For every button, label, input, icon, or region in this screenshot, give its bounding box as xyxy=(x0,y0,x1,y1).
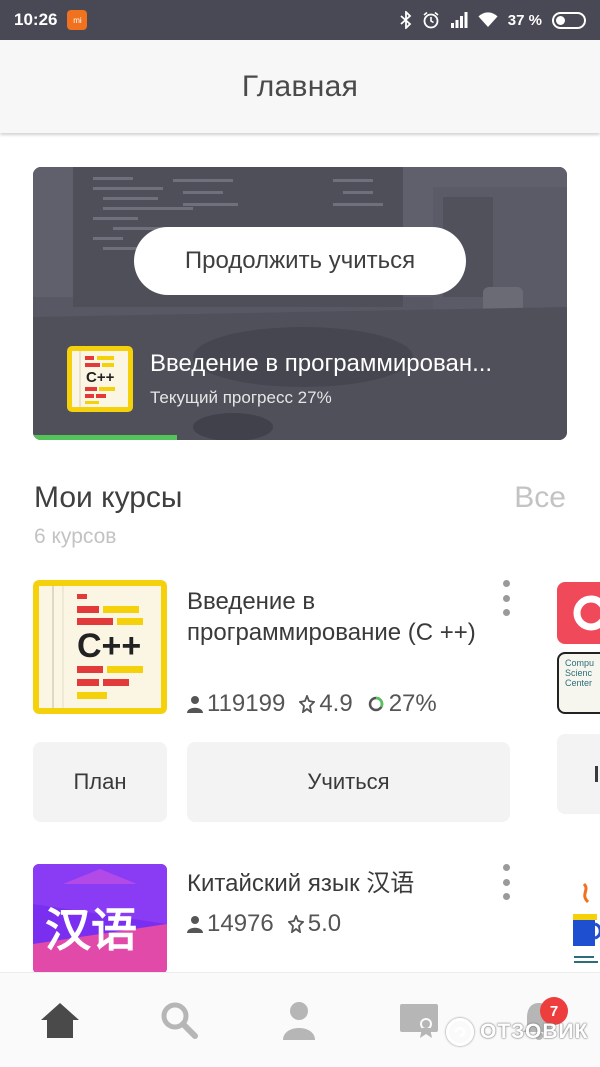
course-thumbnail-cpp[interactable]: C++ xyxy=(33,580,167,714)
battery-icon xyxy=(552,11,586,29)
course-title[interactable]: Китайский язык 汉语 xyxy=(187,868,487,899)
rating-value: 5.0 xyxy=(307,910,342,937)
app-notification-icon: mi xyxy=(67,10,88,30)
bluetooth-icon xyxy=(400,11,412,29)
next-course-button-text-fragment xyxy=(595,766,598,782)
status-time: 10:26 xyxy=(14,10,58,29)
course-thumbnail-chinese[interactable]: 汉语 xyxy=(33,864,167,974)
next-course-button[interactable] xyxy=(557,734,600,814)
continue-learning-button[interactable]: Продолжить учиться xyxy=(134,227,466,295)
course-more-menu[interactable] xyxy=(496,864,516,900)
home-icon xyxy=(41,1003,79,1038)
profile-icon xyxy=(283,1002,315,1040)
watermark-text: ОТЗОВИК xyxy=(480,1020,589,1043)
plan-button[interactable]: План xyxy=(33,742,167,822)
next-course-logo-icon xyxy=(573,595,600,631)
course-more-menu[interactable] xyxy=(496,580,516,616)
rating-icon xyxy=(299,695,316,713)
course-title[interactable]: Введение в программирование (C ++) xyxy=(187,586,477,648)
wifi-icon xyxy=(478,12,498,28)
watermark: ОТЗОВИК xyxy=(446,1018,588,1046)
cpp-course-thumbnail: C++ xyxy=(67,346,133,412)
next-course-thumbnail-red[interactable] xyxy=(557,582,600,644)
nav-search[interactable] xyxy=(156,997,202,1043)
page-title: Главная xyxy=(241,69,359,103)
hero-progress-bar xyxy=(33,435,178,440)
status-bar: 10:26 mi 37 % xyxy=(0,0,600,40)
more-dot xyxy=(502,594,510,602)
nav-profile[interactable] xyxy=(276,997,322,1043)
more-dot xyxy=(502,878,510,886)
next-course-thumbnail-2[interactable] xyxy=(570,880,600,972)
next-course-thumb-text: Compu Scienc Center xyxy=(565,658,595,688)
watermark-logo-icon xyxy=(446,1018,474,1046)
nav-certificates[interactable] xyxy=(396,997,442,1043)
continue-learning-card[interactable]: Продолжить учиться C++ Введение в програ… xyxy=(33,167,567,440)
status-indicators: 37 % xyxy=(400,11,586,29)
next-course-thumbnail-cs[interactable]: Compu Scienc Center xyxy=(557,652,600,714)
learners-count: 119199 xyxy=(207,690,286,717)
certificate-icon xyxy=(400,1004,438,1038)
rating-value: 4.9 xyxy=(319,690,353,717)
progress-ring-icon xyxy=(367,695,385,713)
rating-icon xyxy=(287,915,304,933)
learners-count: 14976 xyxy=(207,910,274,937)
more-dot xyxy=(502,864,510,871)
course-meta: 119199 4.9 27% xyxy=(187,690,437,718)
thumb-text: 汉语 xyxy=(45,903,137,957)
coffee-cup-icon xyxy=(573,882,600,963)
svg-text:C++: C++ xyxy=(86,369,115,386)
hero-progress-text: Текущий прогресс 27% xyxy=(150,388,332,407)
alarm-icon xyxy=(422,11,440,29)
my-courses-title: Мои курсы xyxy=(34,481,183,514)
all-courses-link[interactable]: Все xyxy=(514,481,566,515)
courses-count: 6 курсов xyxy=(34,525,117,548)
learners-icon xyxy=(187,915,203,933)
progress-value: 27% xyxy=(388,690,437,717)
app-bar: Главная xyxy=(0,40,600,133)
more-dot xyxy=(502,580,510,587)
nav-home[interactable] xyxy=(37,997,83,1043)
search-icon xyxy=(161,1002,198,1039)
more-dot xyxy=(502,893,510,900)
hero-course-title: Введение в программирован... xyxy=(150,350,493,377)
signal-icon xyxy=(450,12,468,28)
course-meta: 14976 5.0 xyxy=(187,910,341,938)
learners-icon xyxy=(187,695,203,713)
svg-text:C++: C++ xyxy=(77,627,141,665)
learn-button[interactable]: Учиться xyxy=(187,742,510,822)
battery-percent: 37 % xyxy=(507,11,542,29)
more-dot xyxy=(502,609,510,616)
